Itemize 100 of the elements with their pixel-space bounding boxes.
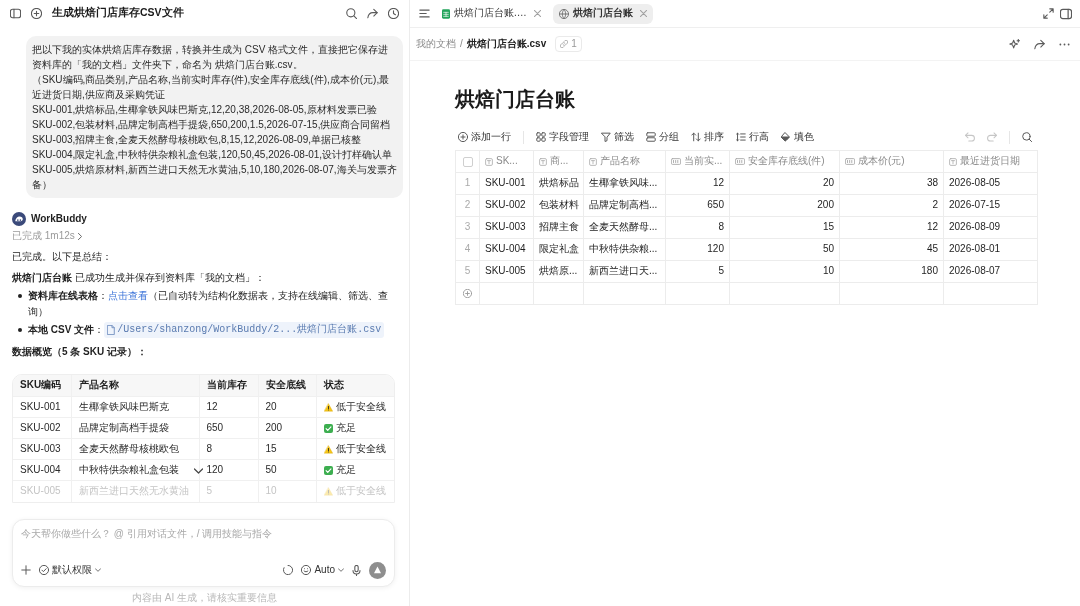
tab[interactable]: 烘焙门店台账 xyxy=(552,3,653,24)
status-label: 低于安全线 xyxy=(335,442,386,457)
table-cell: 5 xyxy=(199,480,258,502)
column-header: 产品名称 xyxy=(600,154,640,169)
file-path-link[interactable]: /Users/shanzong/WorkBuddy/2...烘焙门店台账.csv xyxy=(104,321,385,338)
filter-icon xyxy=(601,132,611,142)
loading-ring-icon xyxy=(283,565,294,575)
table-cell: 限定礼盒 xyxy=(533,238,584,261)
check-box-icon xyxy=(323,423,333,433)
warning-icon xyxy=(323,487,333,497)
menu-icon[interactable] xyxy=(419,8,430,19)
microphone-icon[interactable] xyxy=(352,564,361,576)
globe-icon xyxy=(558,8,569,19)
panel-toggle-icon[interactable] xyxy=(1060,7,1072,20)
row-height-button[interactable]: 行高 xyxy=(736,129,769,145)
table-cell: 20 xyxy=(729,172,840,195)
table-cell: 200 xyxy=(258,417,316,439)
sidebar-toggle-icon[interactable] xyxy=(10,7,21,19)
paint-bucket-icon xyxy=(781,132,791,142)
table-cell: 生椰拿铁风味巴斯克 xyxy=(71,396,199,418)
table-cell: SKU-001 xyxy=(13,396,71,418)
message-composer[interactable]: 今天帮你做些什么？ @ 引用对话文件，/ 调用技能与指令 默认权限 Auto xyxy=(12,519,395,587)
search-icon[interactable] xyxy=(1022,132,1032,142)
message-text: SKU-005,烘焙原材料,新西兰进口天然无水黄油,5,10,180,2026-08-07,海关与发票齐备） xyxy=(32,163,397,192)
chevron-down-icon[interactable] xyxy=(194,467,203,474)
breadcrumb-link[interactable]: 我的文档 xyxy=(416,36,456,52)
share-icon[interactable] xyxy=(367,7,378,19)
status-label: 充足 xyxy=(335,421,356,436)
more-icon[interactable] xyxy=(1059,42,1070,46)
message-field[interactable]: 今天帮你做些什么？ @ 引用对话文件，/ 调用技能与指令 xyxy=(21,526,386,560)
row-number: 5 xyxy=(455,260,480,283)
table-cell: 50 xyxy=(258,459,316,481)
table-cell: 品牌定制高档手提袋 xyxy=(71,417,199,439)
table-cell: 中秋特供杂粮礼盒包装 xyxy=(71,459,199,481)
table-cell: 650 xyxy=(665,194,730,217)
smiley-icon xyxy=(301,565,312,575)
filter-button[interactable]: 筛选 xyxy=(601,129,634,145)
column-header: 最近进货日期 xyxy=(960,154,1020,169)
stacked-rows-icon xyxy=(646,132,656,142)
caret-icon xyxy=(95,568,101,572)
add-row-button[interactable]: 添加一行 xyxy=(458,129,511,145)
summary-text: 已完成。以下是总结： xyxy=(12,249,113,264)
bullet-icon xyxy=(18,327,22,332)
add-row-icon[interactable] xyxy=(463,289,472,298)
table-cell: SKU-003 xyxy=(13,438,71,460)
table-cell: 5 xyxy=(665,260,730,283)
table-cell: 2026-07-15 xyxy=(943,194,1038,217)
row-number: 3 xyxy=(455,216,480,239)
check-circle-icon xyxy=(39,565,49,575)
check-box-icon xyxy=(323,465,333,475)
search-icon[interactable] xyxy=(346,7,357,19)
table-cell: SKU-001 xyxy=(479,172,534,195)
status-label: 充足 xyxy=(335,463,356,478)
table-cell: 2026-08-01 xyxy=(943,238,1038,261)
view-link[interactable]: 点击查看 xyxy=(108,289,148,301)
list-item: 本地 CSV 文件： /Users/shanzong/WorkBuddy/2...烘焙门店台账.csv xyxy=(28,321,385,338)
sort-button[interactable]: 排序 xyxy=(691,129,724,145)
table-cell: 8 xyxy=(665,216,730,239)
breadcrumb-separator: / xyxy=(460,36,463,51)
table-cell: 15 xyxy=(258,438,316,460)
field-manager-button[interactable]: 字段管理 xyxy=(536,129,589,145)
file-icon xyxy=(107,324,116,335)
assistant-name: WorkBuddy xyxy=(31,211,87,226)
history-icon[interactable] xyxy=(388,7,399,19)
table-cell: 招牌主食 xyxy=(533,216,584,239)
row-number: 4 xyxy=(455,238,480,261)
table-cell: SKU-004 xyxy=(479,238,534,261)
text-field-icon xyxy=(539,157,547,166)
share-icon[interactable] xyxy=(1034,38,1045,50)
link-icon xyxy=(560,40,569,48)
number-field-icon xyxy=(671,158,681,165)
group-button[interactable]: 分组 xyxy=(646,129,679,145)
fill-color-button[interactable]: 填色 xyxy=(781,129,814,145)
line-spacing-icon xyxy=(736,132,746,142)
message-text: SKU-004,限定礼盒,中秋特供杂粮礼盒包装,120,50,45,2026-08-01,设计打样确认单 xyxy=(32,148,394,162)
chevron-right-icon xyxy=(77,232,82,240)
table-cell: SKU-004 xyxy=(13,459,71,481)
expand-icon[interactable] xyxy=(1043,8,1054,19)
message-text: 把以下我的实体烘焙店库存数据，转换并生成为 CSV 格式文件，直接把它保存进资料库的「我的文档」文件夹下，命名为 烘焙门店台账.csv。 xyxy=(32,43,390,72)
section-heading: 数据概览（5 条 SKU 记录）： xyxy=(12,344,148,359)
document-title: 烘焙门店台账 xyxy=(455,87,576,112)
plus-circle-icon xyxy=(458,132,468,142)
column-header: SK... xyxy=(496,154,518,169)
table-cell: 180 xyxy=(839,260,944,283)
column-header: 安全底线 xyxy=(258,374,316,397)
model-dropdown[interactable]: Auto xyxy=(301,562,344,578)
chat-title: 生成烘焙门店库存CSV文件 xyxy=(52,5,184,21)
column-header: 安全库存底线(件) xyxy=(748,154,825,169)
sparkle-icon[interactable] xyxy=(1009,38,1020,50)
avatar-icon xyxy=(12,212,26,226)
select-all-checkbox[interactable] xyxy=(462,156,473,167)
summary-text: 烘焙门店台账 已成功生成并保存到资料库「我的文档」： xyxy=(12,270,266,285)
table-cell: 15 xyxy=(729,216,840,239)
table-cell: 中秋特供杂粮... xyxy=(583,238,666,261)
column-header: SKU编码 xyxy=(13,374,71,397)
table-cell: 2 xyxy=(839,194,944,217)
plus-icon[interactable] xyxy=(21,565,31,575)
tab[interactable]: 烘焙门店台账.… xyxy=(436,3,547,24)
permission-dropdown[interactable]: 默认权限 xyxy=(39,562,101,578)
new-chat-icon[interactable] xyxy=(31,7,42,19)
